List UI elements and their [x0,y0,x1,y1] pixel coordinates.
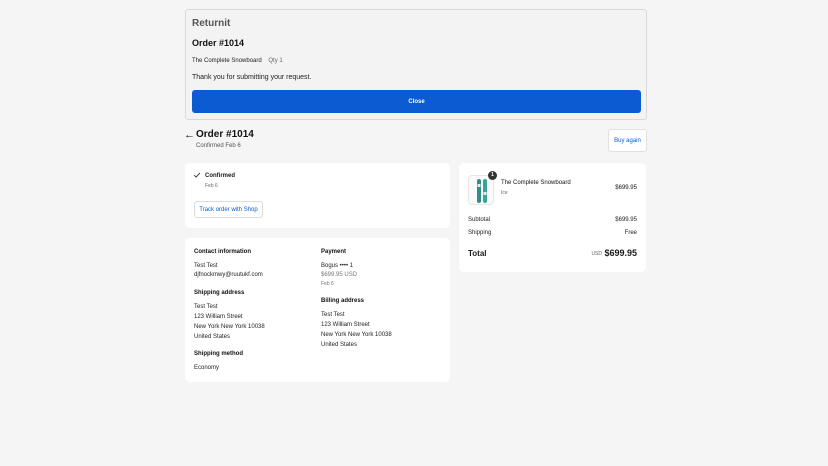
subtotal-value: $699.95 [615,217,637,223]
billing-address-line: New York New York 10038 [321,332,392,338]
shipping-address-line: Test Test [194,304,218,310]
back-arrow-icon[interactable]: ← [184,129,195,141]
status-card: Confirmed Feb 6 Track order with Shop [185,163,450,228]
shipping-address-heading: Shipping address [194,290,245,296]
shipping-value: Free [624,230,637,236]
shipping-method-value: Economy [194,365,220,371]
subtotal-label: Subtotal [468,217,491,223]
billing-address-heading: Billing address [321,298,365,304]
returnit-item-qty: Qty 1 [268,58,283,64]
returnit-panel: Returnit Order #1014 The Complete Snowbo… [185,9,647,120]
shipping-label: Shipping [468,230,492,236]
track-order-button[interactable]: Track order with Shop [194,201,263,218]
checkmark-icon [193,172,201,178]
product-price: $699.95 [615,185,637,191]
order-info-card: Contact information Test Test djfnockmwy… [185,238,450,382]
returnit-brand: Returnit [192,18,231,29]
billing-address-line: Test Test [321,312,345,318]
shipping-address-line: United States [194,334,231,340]
product-name: The Complete Snowboard [501,180,571,186]
returnit-item-name: The Complete Snowboard [192,58,262,64]
total-currency: USD [591,251,602,257]
total-value: $699.95 [604,248,637,258]
contact-email: djfnockmwy@ruutukf.com [194,272,263,278]
page-subtitle: Confirmed Feb 6 [196,143,241,149]
payment-date: Feb 6 [321,281,334,287]
shipping-address-line: New York New York 10038 [194,324,265,330]
quantity-badge: 1 [488,171,497,180]
shipping-address-line: 123 William Street [194,314,243,320]
snowboard-image [477,179,487,203]
status-label: Confirmed [205,173,235,179]
order-summary-card: 1 The Complete Snowboard Ice $699.95 Sub… [459,163,646,272]
buy-again-button[interactable]: Buy again [608,129,647,152]
close-button[interactable]: Close [192,90,641,113]
shipping-method-heading: Shipping method [194,351,243,357]
payment-heading: Payment [321,249,347,255]
total-label: Total [468,249,487,258]
billing-address-line: United States [321,342,358,348]
returnit-thanks-message: Thank you for submitting your request. [192,74,312,81]
status-date: Feb 6 [205,183,218,189]
billing-address-line: 123 William Street [321,322,370,328]
returnit-order-title: Order #1014 [192,38,245,48]
product-variant: Ice [501,190,508,196]
page-title: Order #1014 [196,129,254,140]
returnit-item: The Complete Snowboard Qty 1 [192,58,283,64]
contact-info-heading: Contact information [194,249,251,255]
